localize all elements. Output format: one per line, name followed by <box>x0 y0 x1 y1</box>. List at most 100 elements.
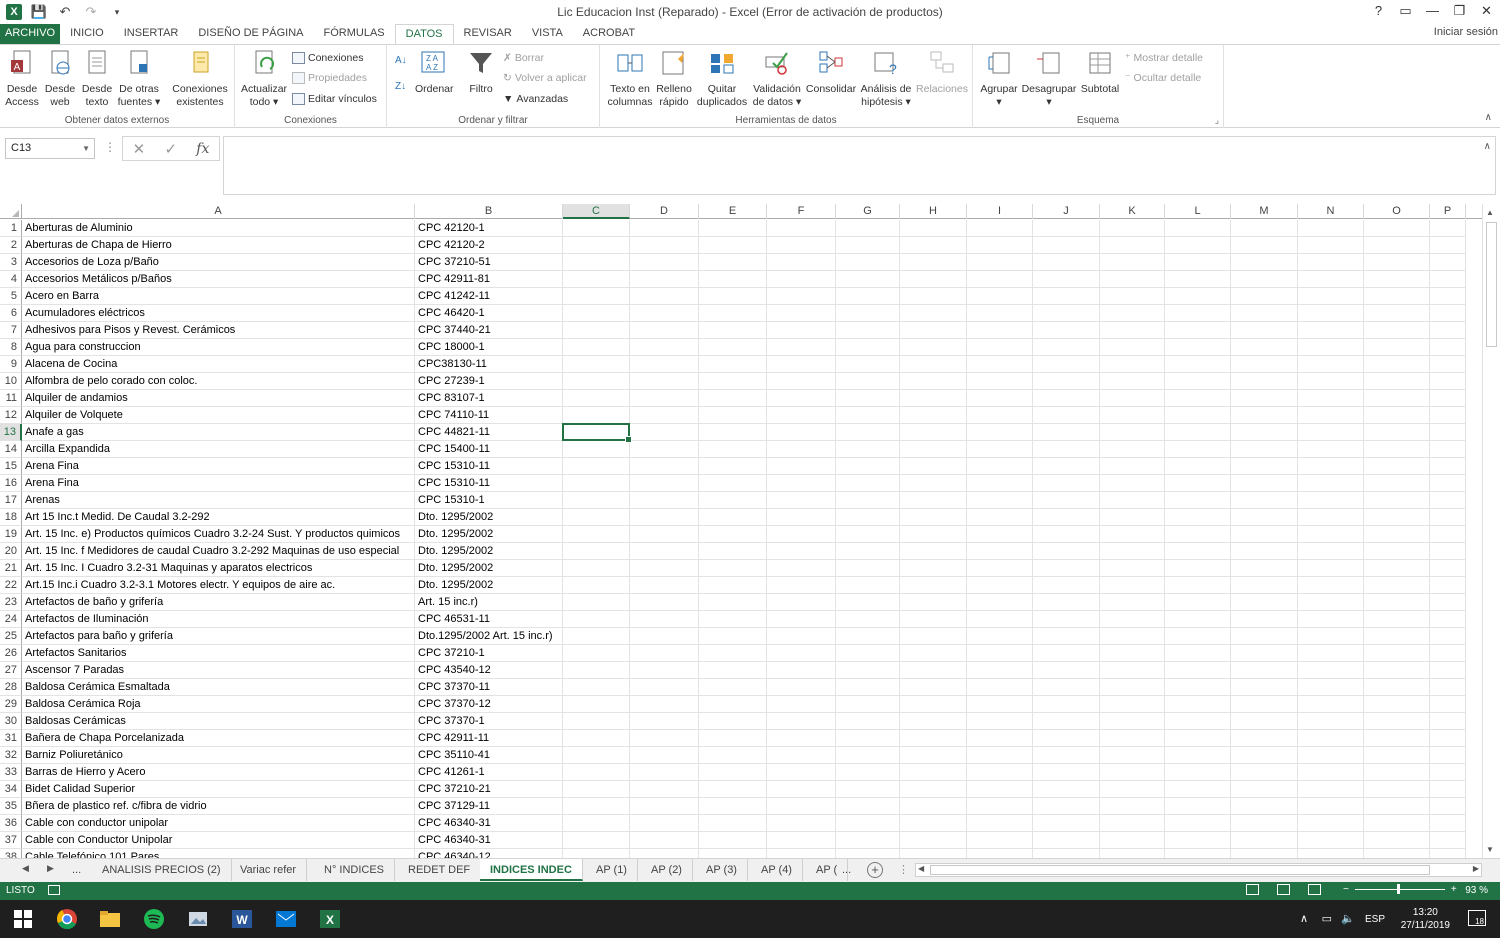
cell-d28[interactable] <box>630 679 699 696</box>
cell-b28[interactable]: CPC 37370-11 <box>415 679 563 696</box>
clock[interactable]: 13:20 27/11/2019 <box>1401 906 1450 932</box>
cell-d30[interactable] <box>630 713 699 730</box>
insert-function-icon[interactable]: fx <box>196 141 209 157</box>
column-header-p[interactable]: P <box>1430 204 1466 219</box>
row-header[interactable]: 7 <box>0 322 22 339</box>
cell-b30[interactable]: CPC 37370-1 <box>415 713 563 730</box>
cell-e19[interactable] <box>699 526 767 543</box>
row-header[interactable]: 26 <box>0 645 22 662</box>
cell-l23[interactable] <box>1165 594 1231 611</box>
cell-o24[interactable] <box>1364 611 1430 628</box>
cell-n36[interactable] <box>1298 815 1364 832</box>
cell-d20[interactable] <box>630 543 699 560</box>
cell-a1[interactable]: Aberturas de Aluminio <box>22 220 415 237</box>
cell-m9[interactable] <box>1231 356 1298 373</box>
cell-k10[interactable] <box>1100 373 1165 390</box>
cell-m20[interactable] <box>1231 543 1298 560</box>
cell-c2[interactable] <box>563 237 630 254</box>
cell-f18[interactable] <box>767 509 836 526</box>
cell-k28[interactable] <box>1100 679 1165 696</box>
row-header[interactable]: 27 <box>0 662 22 679</box>
cell-c33[interactable] <box>563 764 630 781</box>
cell-c16[interactable] <box>563 475 630 492</box>
cell-h13[interactable] <box>900 424 967 441</box>
cell-f31[interactable] <box>767 730 836 747</box>
cell-a5[interactable]: Acero en Barra <box>22 288 415 305</box>
cell-a19[interactable]: Art. 15 Inc. e) Productos químicos Cuadr… <box>22 526 415 543</box>
cell-l17[interactable] <box>1165 492 1231 509</box>
cell-l1[interactable] <box>1165 220 1231 237</box>
cell-d24[interactable] <box>630 611 699 628</box>
cell-f21[interactable] <box>767 560 836 577</box>
row-header[interactable]: 5 <box>0 288 22 305</box>
cell-a16[interactable]: Arena Fina <box>22 475 415 492</box>
cell-m3[interactable] <box>1231 254 1298 271</box>
column-header-c[interactable]: C <box>563 204 630 219</box>
cell-p13[interactable] <box>1430 424 1466 441</box>
cell-e34[interactable] <box>699 781 767 798</box>
cell-g20[interactable] <box>836 543 900 560</box>
cell-d18[interactable] <box>630 509 699 526</box>
cell-i24[interactable] <box>967 611 1033 628</box>
text-to-columns-button[interactable]: Texto en columnas <box>606 49 654 109</box>
cell-k30[interactable] <box>1100 713 1165 730</box>
cell-p11[interactable] <box>1430 390 1466 407</box>
cell-l21[interactable] <box>1165 560 1231 577</box>
row-header[interactable]: 13 <box>0 424 22 441</box>
cell-g25[interactable] <box>836 628 900 645</box>
cell-b16[interactable]: CPC 15310-11 <box>415 475 563 492</box>
cell-b11[interactable]: CPC 83107-1 <box>415 390 563 407</box>
cell-d17[interactable] <box>630 492 699 509</box>
cell-h18[interactable] <box>900 509 967 526</box>
cell-k6[interactable] <box>1100 305 1165 322</box>
page-break-view-icon[interactable] <box>1308 884 1321 895</box>
cell-k3[interactable] <box>1100 254 1165 271</box>
cell-b25[interactable]: Dto.1295/2002 Art. 15 inc.r) <box>415 628 563 645</box>
cell-g16[interactable] <box>836 475 900 492</box>
cell-n33[interactable] <box>1298 764 1364 781</box>
cell-b24[interactable]: CPC 46531-11 <box>415 611 563 628</box>
cell-l2[interactable] <box>1165 237 1231 254</box>
cell-n22[interactable] <box>1298 577 1364 594</box>
cell-f16[interactable] <box>767 475 836 492</box>
cell-d5[interactable] <box>630 288 699 305</box>
cell-m30[interactable] <box>1231 713 1298 730</box>
cell-g37[interactable] <box>836 832 900 849</box>
cell-d10[interactable] <box>630 373 699 390</box>
what-if-analysis-button[interactable]: ? Análisis de hipótesis ▾ <box>858 49 914 109</box>
cell-a23[interactable]: Artefactos de baño y grifería <box>22 594 415 611</box>
excel-logo-icon[interactable]: X <box>6 4 22 20</box>
cell-b3[interactable]: CPC 37210-51 <box>415 254 563 271</box>
cell-c1[interactable] <box>563 220 630 237</box>
cell-d6[interactable] <box>630 305 699 322</box>
cell-d4[interactable] <box>630 271 699 288</box>
cell-c21[interactable] <box>563 560 630 577</box>
row-header[interactable]: 15 <box>0 458 22 475</box>
cell-p37[interactable] <box>1430 832 1466 849</box>
excel-taskbar-icon[interactable]: X <box>319 908 341 930</box>
cell-g22[interactable] <box>836 577 900 594</box>
cell-f37[interactable] <box>767 832 836 849</box>
sheet-tab[interactable]: AP (2) <box>641 859 693 881</box>
cell-l13[interactable] <box>1165 424 1231 441</box>
scroll-right-icon[interactable]: ▶ <box>1473 864 1479 873</box>
cell-e4[interactable] <box>699 271 767 288</box>
cell-i28[interactable] <box>967 679 1033 696</box>
cell-g1[interactable] <box>836 220 900 237</box>
name-box[interactable]: C13 ▼ <box>5 138 95 159</box>
cell-g31[interactable] <box>836 730 900 747</box>
tab-revisar[interactable]: REVISAR <box>454 24 522 45</box>
cell-b8[interactable]: CPC 18000-1 <box>415 339 563 356</box>
hide-detail-button[interactable]: ⁻ Ocultar detalle <box>1125 72 1201 84</box>
row-header[interactable]: 25 <box>0 628 22 645</box>
cell-m13[interactable] <box>1231 424 1298 441</box>
cell-a15[interactable]: Arena Fina <box>22 458 415 475</box>
cell-k34[interactable] <box>1100 781 1165 798</box>
cell-a21[interactable]: Art. 15 Inc. I Cuadro 3.2-31 Maquinas y … <box>22 560 415 577</box>
cell-n4[interactable] <box>1298 271 1364 288</box>
row-header[interactable]: 24 <box>0 611 22 628</box>
cell-m17[interactable] <box>1231 492 1298 509</box>
column-header-m[interactable]: M <box>1231 204 1298 219</box>
cell-d16[interactable] <box>630 475 699 492</box>
cell-k11[interactable] <box>1100 390 1165 407</box>
